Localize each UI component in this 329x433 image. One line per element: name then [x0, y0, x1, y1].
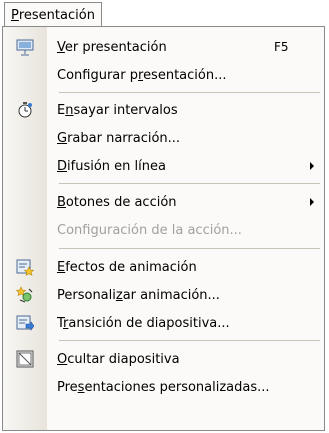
menu-separator — [59, 183, 320, 184]
presentacion-dropdown-menu: Ver presentación F5 Configurar presentac… — [2, 26, 325, 431]
menu-title-rest: resentación — [18, 7, 95, 23]
menu-item-label: Personalizar animación... — [57, 287, 220, 303]
menu-item-label: Botones de acción — [57, 194, 177, 210]
menu-item-label: Configurar presentación... — [57, 67, 227, 83]
stopwatch-icon — [3, 96, 47, 124]
menu-item-label: Presentaciones personalizadas... — [57, 379, 270, 395]
submenu-arrow-icon — [310, 198, 314, 206]
hide-slide-icon — [3, 345, 47, 373]
menu-item-label: Grabar narración... — [57, 130, 181, 146]
submenu-arrow-icon — [310, 162, 314, 170]
menu-item-personalizar-animacion[interactable]: Personalizar animación... — [3, 281, 324, 309]
menu-item-label: Ensayar intervalos — [57, 102, 178, 118]
menu-item-ocultar-diapositiva[interactable]: Ocultar diapositiva — [3, 345, 324, 373]
menu-item-label: Configuración de la acción... — [57, 222, 242, 238]
slide-transition-icon — [3, 309, 47, 337]
menu-item-configurar-presentacion[interactable]: Configurar presentación... — [3, 61, 324, 89]
menu-separator — [59, 340, 320, 341]
menu-item-transicion-de-diapositiva[interactable]: Transición de diapositiva... — [3, 309, 324, 337]
menu-item-botones-de-accion[interactable]: Botones de acción — [3, 188, 324, 216]
menu-item-label: Ocultar diapositiva — [57, 351, 180, 367]
slideshow-icon — [3, 33, 47, 61]
custom-animation-icon — [3, 281, 47, 309]
menu-item-label: Efectos de animación — [57, 259, 197, 275]
menu-item-ver-presentacion[interactable]: Ver presentación F5 — [3, 33, 324, 61]
menu-title-accel: P — [11, 7, 19, 23]
menu-separator — [59, 92, 320, 93]
menu-item-label: Difusión en línea — [57, 158, 166, 174]
animation-effects-icon — [3, 253, 47, 281]
menu-item-efectos-de-animacion[interactable]: Efectos de animación — [3, 253, 324, 281]
menu-item-ensayar-intervalos[interactable]: Ensayar intervalos — [3, 96, 324, 124]
menu-title-presentacion[interactable]: Presentación — [4, 2, 102, 27]
menu-item-label: Transición de diapositiva... — [57, 315, 230, 331]
menu-separator — [59, 248, 320, 249]
menu-item-grabar-narracion[interactable]: Grabar narración... — [3, 124, 324, 152]
menu-item-label: Ver presentación — [57, 39, 167, 55]
menu-item-shortcut: F5 — [274, 40, 289, 54]
menu-item-configuracion-de-la-accion: Configuración de la acción... — [3, 216, 324, 244]
menu-item-presentaciones-personalizadas[interactable]: Presentaciones personalizadas... — [3, 373, 324, 401]
menu-item-difusion-en-linea[interactable]: Difusión en línea — [3, 152, 324, 180]
